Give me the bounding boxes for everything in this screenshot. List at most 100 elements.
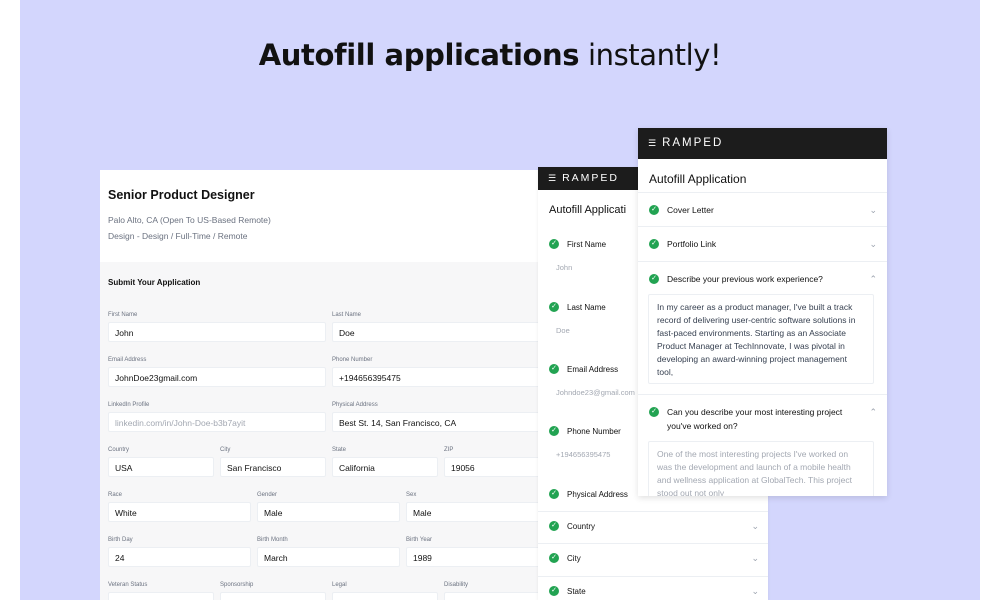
birth-month-label: Birth Month [257,537,288,543]
panel-title: Autofill Applicati [549,204,627,216]
first-name-label: First Name [108,312,138,318]
race-field: Race White [108,492,251,522]
chevron-down-icon[interactable]: ⌄ [751,586,759,597]
autofill-item-portfolio[interactable]: ✓ Portfolio Link ⌄ [649,237,877,251]
item-label: Can you describe your most interesting p… [667,407,843,431]
disability-input[interactable] [444,592,550,600]
linkedin-label: LinkedIn Profile [108,402,150,408]
linkedin-input[interactable]: linkedin.com/in/John-Doe-b3b7ayit [108,412,326,432]
country-field: Country USA [108,447,214,477]
veteran-field: Veteran Status [108,582,214,600]
race-input[interactable]: White [108,502,251,522]
item-label: Last Name [567,302,606,312]
divider [538,576,768,577]
autofill-item-interesting-project[interactable]: ✓ Can you describe your most interesting … [649,405,877,433]
city-input[interactable]: San Francisco [220,457,326,477]
check-circle-icon: ✓ [549,521,559,531]
brand-name: RAMPED [562,172,620,184]
autofill-item-work-experience[interactable]: ✓ Describe your previous work experience?… [649,272,877,286]
disability-field: Disability [444,582,550,600]
sponsorship-input[interactable] [220,592,326,600]
disability-label: Disability [444,582,469,588]
check-circle-icon: ✓ [649,407,659,417]
check-circle-icon: ✓ [549,239,559,249]
chevron-down-icon[interactable]: ⌄ [869,237,877,251]
country-input[interactable]: USA [108,457,214,477]
divider [638,261,887,262]
email-field: Email Address JohnDoe23gmail.com [108,357,326,387]
divider [638,192,887,193]
divider [638,394,887,395]
email-label: Email Address [108,357,147,363]
check-circle-icon: ✓ [549,553,559,563]
item-label: Physical Address [567,489,628,499]
first-name-input[interactable]: John [108,322,326,342]
race-label: Race [108,492,123,498]
item-label: Email Address [567,364,619,374]
sponsorship-field: Sponsorship [220,582,326,600]
item-label: Phone Number [567,426,621,436]
divider [538,543,768,544]
birth-day-field: Birth Day 24 [108,537,251,567]
item-label: State [567,586,586,596]
sponsorship-label: Sponsorship [220,582,254,588]
item-label: Portfolio Link [667,239,717,249]
interesting-project-answer[interactable]: One of the most interesting projects I'v… [648,441,874,496]
check-circle-icon: ✓ [649,239,659,249]
chevron-up-icon[interactable]: ⌃ [869,272,877,286]
gender-field: Gender Male [257,492,400,522]
chevron-down-icon[interactable]: ⌄ [751,553,759,564]
birth-month-field: Birth Month March [257,537,400,567]
divider [538,511,768,512]
autofill-item-country[interactable]: ✓ Country ⌄ [538,511,768,533]
brand-name: RAMPED [662,137,724,149]
birth-month-input[interactable]: March [257,547,400,567]
autofill-item-city[interactable]: ✓ City ⌄ [538,543,768,565]
chevron-down-icon[interactable]: ⌄ [869,203,877,217]
chevron-down-icon[interactable]: ⌄ [751,521,759,532]
chevron-up-icon[interactable]: ⌃ [869,405,877,419]
check-circle-icon: ✓ [549,302,559,312]
item-label: Country [567,521,596,531]
veteran-input[interactable] [108,592,214,600]
check-circle-icon: ✓ [549,426,559,436]
state-label: State [332,447,347,453]
check-circle-icon: ✓ [549,586,559,596]
gender-label: Gender [257,492,278,498]
item-label: Cover Letter [667,205,714,215]
headline-bold: Autofill applications [258,38,580,72]
linkedin-field: LinkedIn Profile linkedin.com/in/John-Do… [108,402,326,432]
panel-title: Autofill Application [649,172,747,186]
state-field: State California [332,447,438,477]
ramped-logo-icon: ☰ [648,138,657,148]
check-circle-icon: ✓ [549,364,559,374]
brand-bar: ☰ RAMPED [638,128,887,159]
check-circle-icon: ✓ [649,274,659,284]
first-name-field: First Name John [108,312,326,342]
autofill-item-state[interactable]: ✓ State ⌄ [538,576,768,598]
email-input[interactable]: JohnDoe23gmail.com [108,367,326,387]
divider [638,226,887,227]
birth-day-label: Birth Day [108,537,133,543]
work-experience-answer[interactable]: In my career as a product manager, I've … [648,294,874,384]
legal-input[interactable] [332,592,438,600]
headline: Autofill applications instantly! [0,38,980,72]
autofill-panel-questions: ☰ RAMPED Autofill Application ✓ Cover Lett… [638,128,887,496]
gender-input[interactable]: Male [257,502,400,522]
item-label: City [567,553,581,563]
item-label: First Name [567,239,607,249]
legal-field: Legal [332,582,438,600]
legal-label: Legal [332,582,347,588]
item-label: Describe your previous work experience? [667,274,823,284]
check-circle-icon: ✓ [649,205,659,215]
check-circle-icon: ✓ [549,489,559,499]
ramped-logo-icon: ☰ [548,173,557,183]
state-input[interactable]: California [332,457,438,477]
autofill-item-cover-letter[interactable]: ✓ Cover Letter ⌄ [649,203,877,217]
headline-rest: instantly! [579,38,722,72]
veteran-label: Veteran Status [108,582,148,588]
birth-day-input[interactable]: 24 [108,547,251,567]
country-label: Country [108,447,130,453]
city-field: City San Francisco [220,447,326,477]
city-label: City [220,447,231,453]
